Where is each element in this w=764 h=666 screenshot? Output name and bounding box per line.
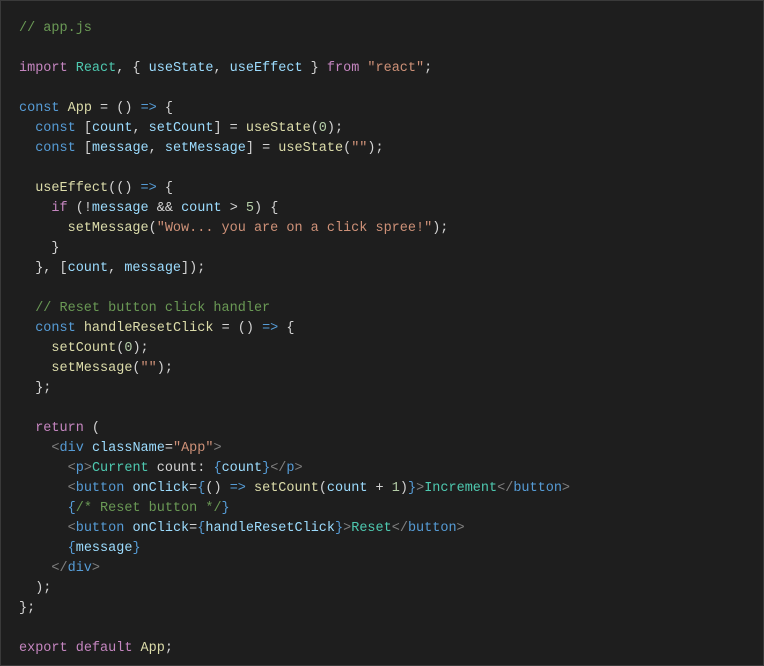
number: 1 (392, 481, 400, 496)
identifier: handleResetClick (84, 321, 214, 336)
tag: div (68, 561, 92, 576)
function-call: setCount (254, 481, 319, 496)
function-call: setMessage (51, 361, 132, 376)
identifier: useEffect (230, 61, 303, 76)
comment-line: // app.js (19, 21, 92, 36)
identifier: count (222, 461, 263, 476)
identifier: message (92, 201, 149, 216)
keyword: from (327, 61, 359, 76)
tag: button (513, 481, 562, 496)
keyword: default (76, 641, 133, 656)
string: "App" (173, 441, 214, 456)
tag: p (286, 461, 294, 476)
identifier: setCount (149, 121, 214, 136)
attribute: onClick (132, 481, 189, 496)
identifier: message (92, 141, 149, 156)
keyword: return (35, 421, 84, 436)
identifier: useState (149, 61, 214, 76)
identifier: App (68, 101, 92, 116)
tag: button (408, 521, 457, 536)
string: "react" (367, 61, 424, 76)
string: "" (141, 361, 157, 376)
keyword: const (35, 321, 76, 336)
identifier: message (124, 261, 181, 276)
string: "" (351, 141, 367, 156)
comment-line: // Reset button click handler (35, 301, 270, 316)
code-block: // app.js import React, { useState, useE… (19, 19, 745, 659)
identifier: count (68, 261, 109, 276)
function-call: setCount (51, 341, 116, 356)
keyword: import (19, 61, 68, 76)
keyword: const (35, 141, 76, 156)
identifier: message (76, 541, 133, 556)
attribute: onClick (132, 521, 189, 536)
keyword: if (51, 201, 67, 216)
identifier: count (181, 201, 222, 216)
identifier: App (141, 641, 165, 656)
keyword: const (19, 101, 60, 116)
identifier: setMessage (165, 141, 246, 156)
jsx-text: Current (92, 461, 149, 476)
identifier: React (76, 61, 117, 76)
jsx-text: Reset (351, 521, 392, 536)
identifier: count (92, 121, 133, 136)
keyword: export (19, 641, 68, 656)
jsx-text: Increment (424, 481, 497, 496)
identifier: count (327, 481, 368, 496)
tag: button (76, 521, 125, 536)
identifier: handleResetClick (205, 521, 335, 536)
number: 0 (319, 121, 327, 136)
tag: div (60, 441, 84, 456)
attribute: className (92, 441, 165, 456)
function-call: setMessage (68, 221, 149, 236)
tag: p (76, 461, 84, 476)
function-call: useState (246, 121, 311, 136)
tag: button (76, 481, 125, 496)
jsx-text: count: (149, 461, 214, 476)
comment: /* Reset button */ (76, 501, 222, 516)
keyword: const (35, 121, 76, 136)
function-call: useState (278, 141, 343, 156)
function-call: useEffect (35, 181, 108, 196)
string: "Wow... you are on a click spree!" (157, 221, 432, 236)
number: 5 (246, 201, 254, 216)
